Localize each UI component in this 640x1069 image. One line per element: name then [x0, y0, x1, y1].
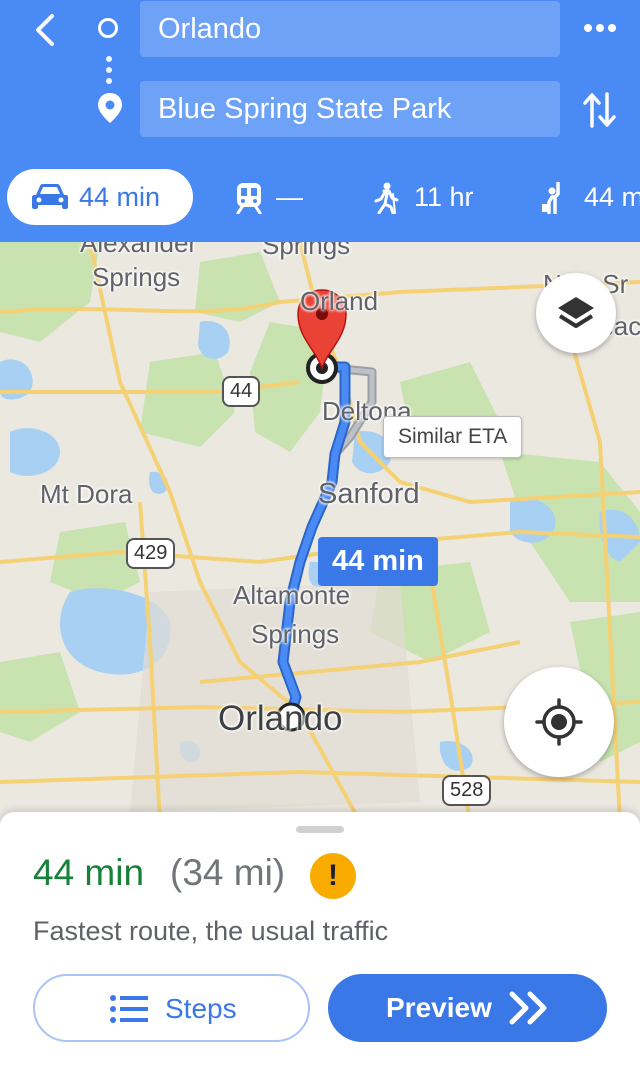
mode-transit-label: — — [276, 182, 303, 212]
origin-field[interactable]: Orlando — [140, 1, 560, 57]
directions-header: Orlando Blue Spring State Park 44 min — … — [0, 0, 640, 242]
route-distance: (34 mi) — [170, 852, 286, 893]
route-shield-44: 44 — [222, 376, 261, 407]
route-shield-528: 528 — [442, 775, 492, 806]
warning-icon[interactable]: ! — [310, 853, 356, 899]
route-duration: 44 min — [33, 852, 145, 893]
sheet-drag-handle[interactable] — [296, 826, 344, 833]
mode-drive-label: 44 min — [79, 182, 161, 212]
mode-transit-tab[interactable]: — — [232, 169, 312, 225]
alt-route-label[interactable]: Similar ETA — [383, 416, 523, 458]
layers-icon — [558, 297, 594, 328]
warning-symbol: ! — [328, 859, 338, 892]
preview-label: Preview — [386, 992, 492, 1023]
route-dots-icon — [106, 56, 112, 89]
mode-walk-tab[interactable]: 11 hr — [370, 169, 480, 225]
destination-pin-icon — [98, 93, 122, 123]
route-description: Fastest route, the usual traffic — [33, 916, 389, 946]
map-label-orlando: Orlando — [218, 699, 343, 738]
more-options-icon[interactable] — [582, 18, 622, 38]
list-icon — [110, 995, 148, 1023]
route-eta-bubble[interactable]: 44 min — [318, 537, 438, 586]
route-summary-sheet: 44 min (34 mi) ! Fastest route, the usua… — [0, 812, 640, 1069]
origin-circle-icon — [98, 18, 118, 38]
destination-field[interactable]: Blue Spring State Park — [140, 81, 560, 137]
steps-button[interactable]: Steps — [33, 974, 310, 1042]
hail-ride-icon — [542, 182, 560, 214]
map-label-orange-city: Orland — [300, 286, 379, 316]
mode-ride-label: 44 m — [584, 182, 640, 212]
route-shield-429: 429 — [126, 538, 176, 569]
swap-direction-icon[interactable] — [582, 90, 618, 130]
back-arrow-icon[interactable] — [28, 12, 64, 48]
map-label-mt-dora: Mt Dora — [40, 479, 133, 509]
steps-label: Steps — [165, 993, 237, 1024]
route-map[interactable]: Alexander Springs Springs Orland New Sr … — [0, 242, 640, 822]
mode-drive-tab[interactable]: 44 min — [7, 169, 193, 225]
map-label-alexander: Alexander — [80, 242, 198, 258]
double-chevron-right-icon — [509, 991, 547, 1025]
layers-button[interactable] — [536, 273, 616, 353]
map-label-springs-top: Springs — [262, 242, 351, 260]
map-label-sanford: Sanford — [318, 478, 420, 510]
my-location-icon — [535, 698, 583, 746]
car-icon — [32, 184, 68, 209]
map-label-alexander-springs: Springs — [92, 262, 181, 292]
my-location-button[interactable] — [504, 667, 614, 777]
mode-ride-tab[interactable]: 44 m — [538, 169, 640, 225]
train-icon — [236, 183, 262, 214]
walking-icon — [374, 182, 399, 214]
preview-button[interactable]: Preview — [328, 974, 607, 1042]
map-label-altamonte-springs: Springs — [251, 619, 340, 649]
mode-walk-label: 11 hr — [414, 182, 474, 212]
